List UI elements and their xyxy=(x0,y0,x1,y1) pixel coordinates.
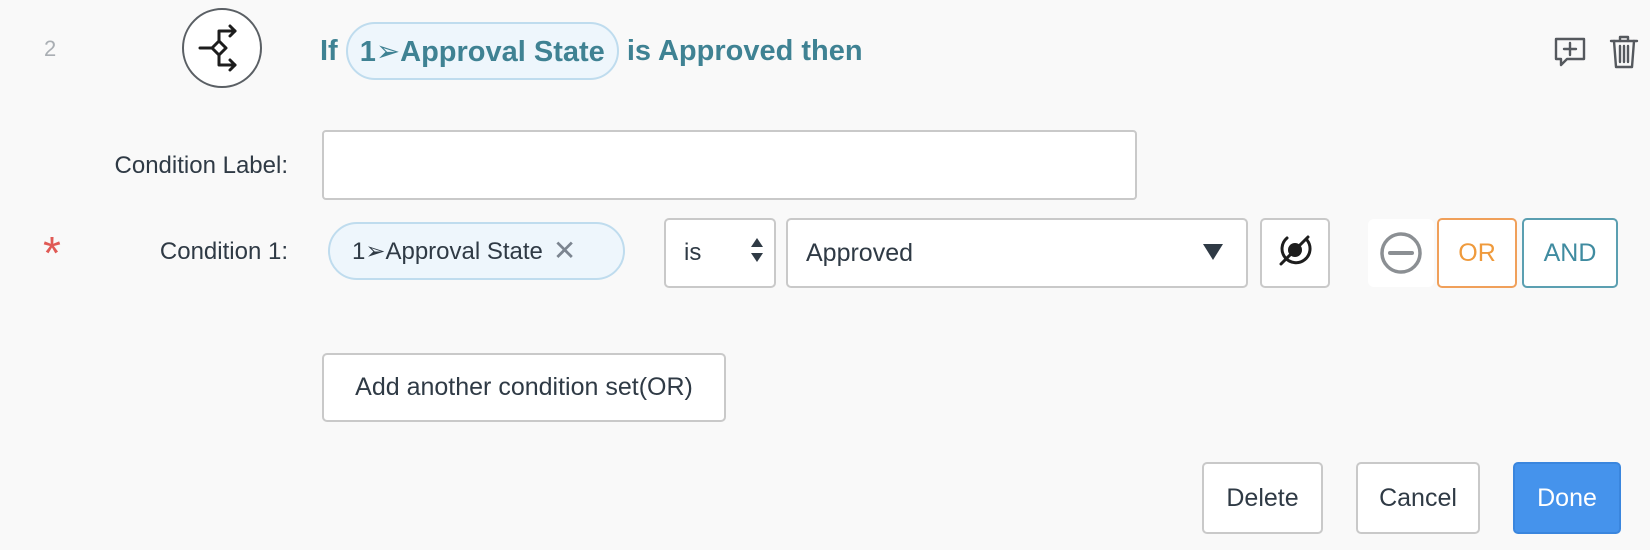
operator-select-value: is xyxy=(684,239,702,266)
remove-condition-icon[interactable] xyxy=(1368,219,1434,287)
add-condition-set-button[interactable]: Add another condition set(OR) xyxy=(322,353,726,422)
condition-label-label: Condition Label: xyxy=(114,152,288,179)
condition-summary-header: If 1➢Approval State is Approved then xyxy=(320,22,863,80)
add-comment-icon[interactable] xyxy=(1552,34,1588,70)
branch-decision-icon xyxy=(182,8,262,88)
done-button[interactable]: Done xyxy=(1513,462,1621,534)
condition-label-input[interactable] xyxy=(322,130,1137,200)
header-suffix: is Approved then xyxy=(626,34,863,67)
add-or-condition-button[interactable]: OR xyxy=(1437,218,1517,288)
step-number: 2 xyxy=(44,36,57,61)
sort-arrows-icon xyxy=(750,237,764,270)
value-dropdown[interactable]: Approved xyxy=(786,218,1248,288)
condition-field-pill-label: 1➢Approval State xyxy=(352,237,543,265)
value-dropdown-selected: Approved xyxy=(806,238,914,267)
caret-down-icon xyxy=(1202,239,1224,268)
header-field-pill: 1➢Approval State xyxy=(345,22,619,80)
target-toggle-icon xyxy=(1277,232,1313,275)
header-prefix: If xyxy=(320,34,338,67)
delete-button[interactable]: Delete xyxy=(1202,462,1323,534)
operator-select[interactable]: is xyxy=(664,218,776,288)
condition-field-pill[interactable]: 1➢Approval State ✕ xyxy=(328,222,625,280)
condition-1-label: Condition 1: xyxy=(159,238,288,265)
add-and-condition-button[interactable]: AND xyxy=(1522,218,1618,288)
required-indicator: * xyxy=(43,227,61,279)
close-icon[interactable]: ✕ xyxy=(553,237,576,265)
value-mode-button[interactable] xyxy=(1260,218,1330,288)
trash-icon[interactable] xyxy=(1607,34,1641,70)
cancel-button[interactable]: Cancel xyxy=(1356,462,1480,534)
